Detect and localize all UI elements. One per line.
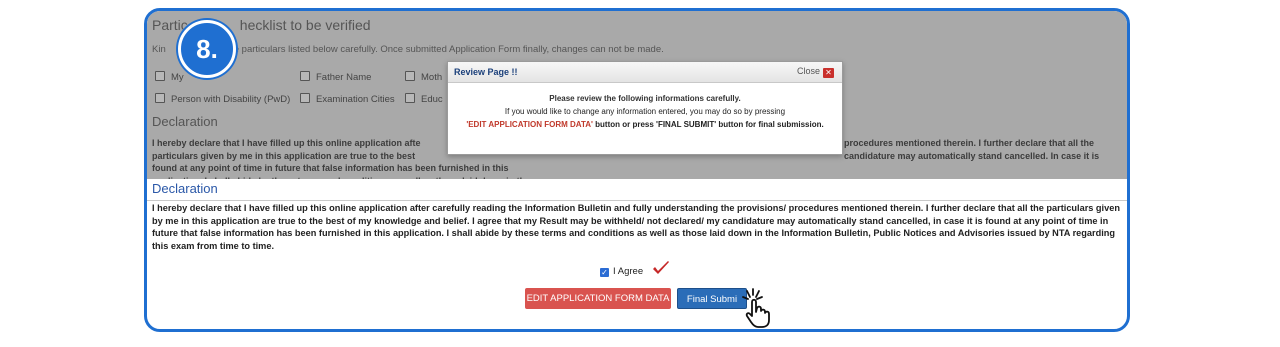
checkbox-icon [300,93,310,103]
pointer-hand-icon [742,288,770,328]
declaration-text: I hereby declare that I have filled up t… [152,203,1120,251]
checkbox-education[interactable]: Educ [405,93,443,105]
background-declaration-heading: Declaration [152,114,218,129]
modal-line-2: If you would like to change any informat… [504,107,786,116]
checkbox-icon [405,71,415,81]
divider [147,200,1127,201]
modal-title: Review Page !! [454,67,518,77]
close-x-icon: ✕ [823,68,834,78]
modal-line-1: Please review the following informations… [549,94,741,103]
checkbox-icon [155,71,165,81]
screenshot-frame: Partic hecklist to be verified Kin e parti… [144,8,1130,332]
final-submit-button[interactable]: Final Submi [677,288,747,309]
review-modal: Review Page !! Close ✕ Please review the … [447,61,843,155]
checkbox-mother[interactable]: Moth [405,71,442,83]
red-checkmark-icon [653,261,669,274]
agree-checkbox[interactable]: ✓ I Agree [600,266,643,277]
checkbox-examination-cities[interactable]: Examination Cities [300,93,395,105]
step-number-badge: 8. [178,20,236,78]
checkbox-checked-icon: ✓ [600,268,609,277]
modal-body: Please review the following informations… [448,92,842,131]
modal-header: Review Page !! Close ✕ [448,62,842,83]
checkbox-icon [155,93,165,103]
edit-application-form-button[interactable]: EDIT APPLICATION FORM DATA [525,288,671,309]
declaration-heading: Declaration [152,181,218,196]
checkbox-father-name[interactable]: Father Name [300,71,371,83]
checkbox-icon [300,71,310,81]
modal-close-button[interactable]: Close ✕ [797,66,834,78]
checkbox-my[interactable]: My [155,71,184,83]
modal-line-3: 'EDIT APPLICATION FORM DATA' button or p… [466,120,824,129]
agree-label: I Agree [613,266,644,277]
checkbox-pwd[interactable]: Person with Disability (PwD) [155,93,290,105]
checkbox-icon [405,93,415,103]
